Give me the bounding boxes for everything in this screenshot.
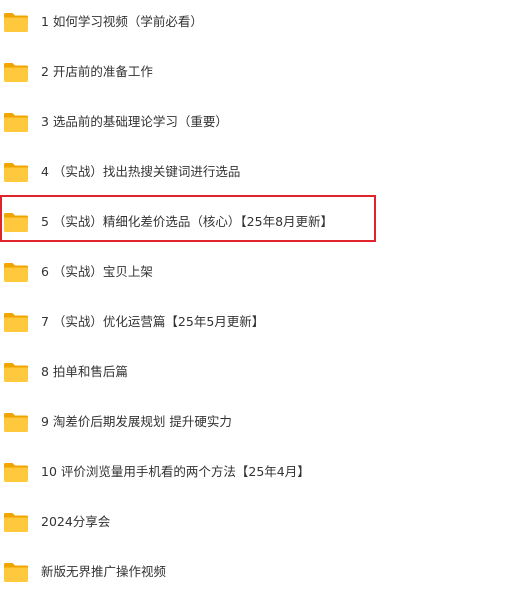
folder-name: 9 淘差价后期发展规划 提升硬实力	[41, 414, 232, 429]
folder-icon	[3, 411, 29, 433]
folder-name: 8 拍单和售后篇	[41, 364, 128, 379]
folder-item[interactable]: 4 （实战）找出热搜关键词进行选品	[0, 147, 470, 197]
folder-item[interactable]: 新版无界推广操作视频	[0, 547, 470, 597]
folder-icon	[3, 111, 29, 133]
folder-name: 6 （实战）宝贝上架	[41, 264, 153, 279]
folder-name: 3 选品前的基础理论学习（重要）	[41, 114, 228, 129]
folder-item[interactable]: 2 开店前的准备工作	[0, 47, 470, 97]
folder-icon	[3, 511, 29, 533]
folder-name: 2 开店前的准备工作	[41, 64, 153, 79]
folder-item[interactable]: 3 选品前的基础理论学习（重要）	[0, 97, 470, 147]
folder-name: 1 如何学习视频（学前必看）	[41, 14, 203, 29]
folder-name: 2024分享会	[41, 514, 111, 529]
folder-item[interactable]: 6 （实战）宝贝上架	[0, 247, 470, 297]
folder-icon	[3, 561, 29, 583]
folder-icon	[3, 11, 29, 33]
folder-name: 4 （实战）找出热搜关键词进行选品	[41, 164, 241, 179]
folder-icon	[3, 461, 29, 483]
folder-item[interactable]: 2024分享会	[0, 497, 470, 547]
folder-item[interactable]: 8 拍单和售后篇	[0, 347, 470, 397]
folder-icon	[3, 261, 29, 283]
folder-item[interactable]: 10 评价浏览量用手机看的两个方法【25年4月】	[0, 447, 470, 497]
folder-item[interactable]: 7 （实战）优化运营篇【25年5月更新】	[0, 297, 470, 347]
folder-item-highlighted[interactable]: 5 （实战）精细化差价选品（核心）【25年8月更新】	[0, 197, 470, 247]
folder-name: 5 （实战）精细化差价选品（核心）【25年8月更新】	[41, 214, 334, 229]
folder-icon	[3, 61, 29, 83]
folder-item[interactable]: 1 如何学习视频（学前必看）	[0, 0, 470, 47]
folder-name: 7 （实战）优化运营篇【25年5月更新】	[41, 314, 265, 329]
folder-icon	[3, 361, 29, 383]
folder-icon	[3, 211, 29, 233]
folder-name: 10 评价浏览量用手机看的两个方法【25年4月】	[41, 464, 310, 479]
folder-list: 1 如何学习视频（学前必看） 2 开店前的准备工作 3 选品前的基础理论学习（重…	[0, 0, 519, 595]
folder-icon	[3, 161, 29, 183]
folder-icon	[3, 311, 29, 333]
folder-item[interactable]: 9 淘差价后期发展规划 提升硬实力	[0, 397, 470, 447]
folder-name: 新版无界推广操作视频	[41, 564, 167, 579]
